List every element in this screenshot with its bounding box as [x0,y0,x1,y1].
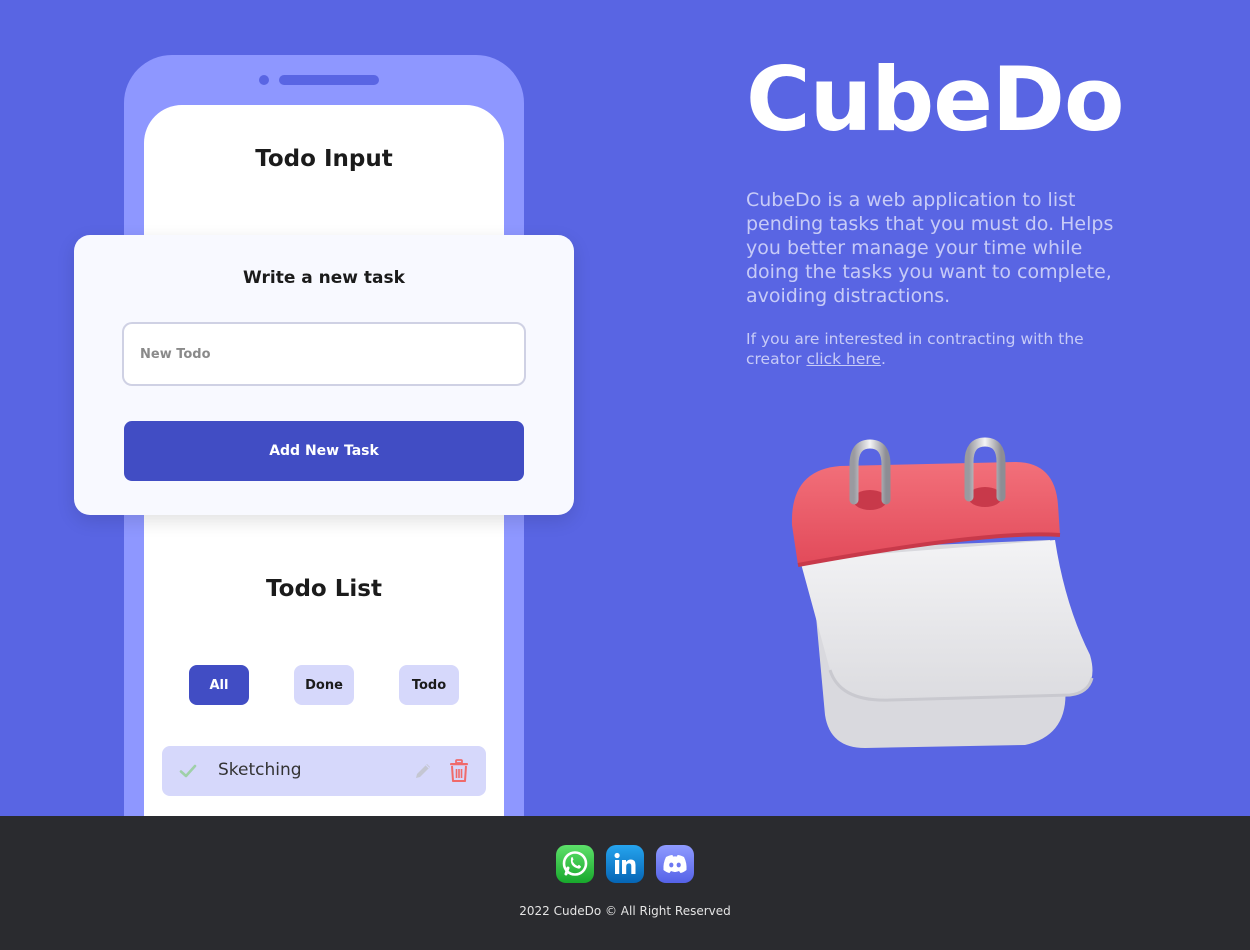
todo-input-title: Todo Input [255,146,393,172]
card-title: Write a new task [243,268,405,288]
app-description: CubeDo is a web application to list pend… [746,189,1114,307]
pencil-icon[interactable] [412,760,434,782]
contact-link[interactable]: click here [806,350,881,368]
brand-title: CubeDo [746,48,1124,151]
check-icon[interactable] [178,761,198,781]
todo-item[interactable]: Sketching [162,746,486,796]
contact-prefix: If you are interested in contracting wit… [746,330,1084,368]
todo-text: Sketching [218,760,302,780]
phone-speaker [279,75,379,85]
hero-section: Todo Input Todo List All Done Todo Sketc… [0,0,1250,816]
whatsapp-icon[interactable] [556,845,594,883]
todo-list-title: Todo List [266,576,382,602]
contact-text: If you are interested in contracting wit… [746,329,1126,369]
filter-group: All Done Todo [189,665,459,705]
copyright-text: 2022 CudeDo © All Right Reserved [519,904,731,918]
footer: 2022 CudeDo © All Right Reserved [0,816,1250,950]
filter-all-button[interactable]: All [189,665,249,705]
trash-icon[interactable] [448,759,470,783]
contact-suffix: . [880,350,886,368]
discord-icon[interactable] [656,845,694,883]
new-task-card: Write a new task Add New Task [74,235,574,515]
phone-camera [259,75,269,85]
new-todo-input[interactable] [122,322,526,386]
filter-todo-button[interactable]: Todo [399,665,459,705]
social-links [556,845,696,883]
filter-done-button[interactable]: Done [294,665,354,705]
calendar-icon [791,437,1094,748]
linkedin-icon[interactable] [606,845,644,883]
add-task-button[interactable]: Add New Task [124,421,524,481]
